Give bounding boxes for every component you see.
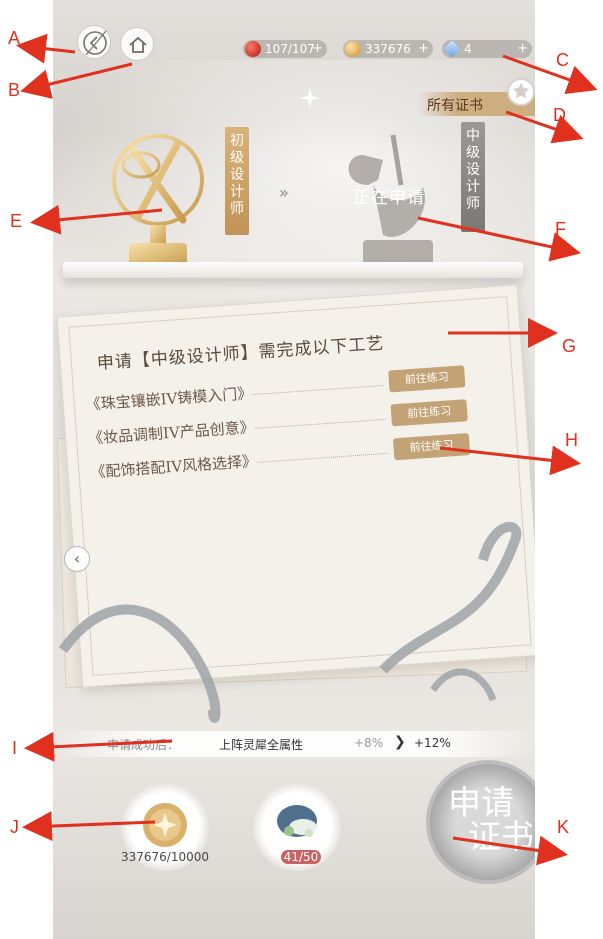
annotation-label: D [553,105,566,125]
annotation-label: K [557,817,570,837]
annotation-label: F [555,219,566,239]
annotation-label: I [12,738,18,758]
annotation-label: J [10,817,19,837]
annotation-label: G [562,336,577,356]
annotation-label: E [10,211,23,231]
annotation-label: B [8,80,21,100]
annotation-label: C [556,50,569,70]
annotation-label: H [565,430,578,450]
annotation-label: A [8,28,21,48]
annotation-arrows [16,33,598,866]
